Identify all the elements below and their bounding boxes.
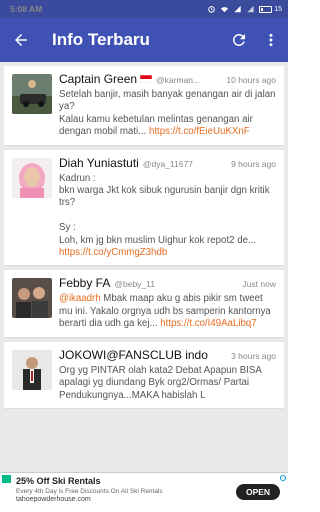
more-vert-icon	[269, 33, 273, 47]
wifi-icon	[221, 7, 229, 13]
battery-indicator: 15	[259, 5, 282, 13]
tweet-author-handle: @dya_11677	[142, 158, 193, 169]
tweet-author-handle: @beby_11	[114, 279, 155, 290]
ad-info-icon[interactable]	[280, 475, 286, 481]
tweet-text: Kadrun : bkn warga Jkt kok sibuk ngurusi…	[59, 172, 270, 259]
alarm-icon	[208, 6, 215, 13]
ad-open-button[interactable]: OPEN	[236, 484, 280, 500]
tweet-card[interactable]: JOKOWI@FANSCLUB indo 3 hours ago Org yg …	[4, 341, 284, 409]
avatar	[12, 349, 52, 390]
tweet-author-name: Captain Green	[59, 72, 138, 86]
tweet-time: Just now	[242, 279, 276, 290]
avatar	[12, 278, 52, 319]
tweet-feed[interactable]: Captain Green @karman... 10 hours ago Se…	[0, 62, 288, 472]
avatar	[12, 74, 52, 114]
refresh-button[interactable]	[228, 29, 250, 51]
tweet-time: 10 hours ago	[226, 75, 276, 85]
refresh-icon	[232, 33, 245, 46]
tweet-link[interactable]: https://t.co/yCmmgZ3hdb	[59, 247, 167, 258]
status-bar: 5:08 AM 15	[0, 0, 288, 18]
page-title: Info Terbaru	[52, 30, 150, 49]
tweet-time: 3 hours ago	[231, 350, 276, 361]
tweet-author-name: Diah Yuniastuti	[59, 155, 139, 170]
tweet-link[interactable]: https://t.co/I49AaLibq7	[160, 318, 256, 329]
tweet-author-name: JOKOWI@FANSCLUB indo	[59, 347, 208, 362]
tweet-card[interactable]: Captain Green @karman... 10 hours ago Se…	[4, 66, 284, 146]
tweet-time: 9 hours ago	[231, 158, 276, 169]
tweet-text: @ikaadrh Mbak maap aku g abis pikir sm t…	[59, 293, 271, 330]
tweet-text: Setelah banjir, masih banyak genangan ai…	[59, 89, 276, 138]
tweet-card[interactable]: Febby FA @beby_11 Just now @ikaadrh Mbak…	[4, 270, 284, 338]
indonesia-flag-icon	[140, 75, 153, 83]
tweet-link[interactable]: https://t.co/fEieUuKXnF	[149, 126, 250, 137]
arrow-back-icon	[15, 34, 27, 46]
tweet-text: Org yg PINTAR olah kata2 Debat Apapun BI…	[59, 364, 262, 401]
avatar	[12, 157, 52, 198]
ad-banner[interactable]: 25% Off Ski Rentals Every 4th Day is Fre…	[0, 472, 288, 512]
battery-text: 15	[274, 5, 282, 13]
app-bar: Info Terbaru	[0, 18, 288, 62]
tweet-card[interactable]: Diah Yuniastuti @dya_11677 9 hours ago K…	[4, 149, 284, 267]
status-time: 5:08 AM	[10, 4, 43, 14]
back-button[interactable]	[10, 29, 32, 51]
tweet-author-handle: @karman...	[156, 75, 201, 85]
tweet-mention[interactable]: @ikaadrh	[59, 293, 101, 304]
signal-icon-2	[247, 5, 254, 13]
tweet-author-name: Febby FA	[59, 276, 111, 291]
more-options-button[interactable]	[260, 29, 282, 51]
ad-choices-icon[interactable]	[2, 475, 11, 483]
signal-icon	[234, 5, 241, 13]
